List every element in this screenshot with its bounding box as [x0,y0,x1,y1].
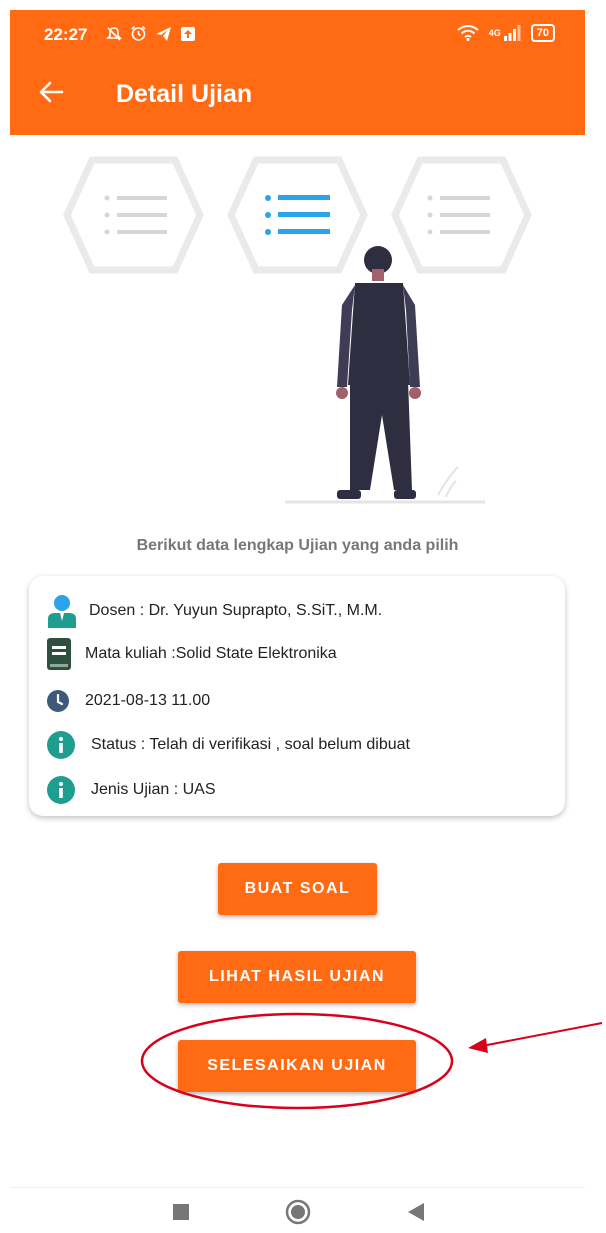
status-right-icons: 4G 70 [457,24,555,42]
signal-icon [503,25,521,41]
detail-dosen: Dosen : Dr. Yuyun Suprapto, S.SiT., M.M. [89,602,383,619]
app-bar: Detail Ujian [10,62,585,135]
status-time: 22:27 [44,25,88,44]
info-caption: Berikut data lengkap Ujian yang anda pil… [136,537,459,554]
detail-row-status: Status : Telah di verifikasi , soal belu… [47,731,410,759]
back-icon[interactable] [408,1203,424,1221]
detail-status: Status : Telah di verifikasi , soal belu… [91,736,410,753]
system-nav-bar [10,1187,585,1233]
detail-jenis: Jenis Ujian : UAS [91,781,216,798]
hexagon-center-icon [227,156,368,274]
person-list-illustration [63,156,532,504]
recents-icon[interactable] [173,1204,189,1220]
status-bar: 22:27 4G 70 [10,10,585,62]
buat-soal-button[interactable]: BUAT SOAL [218,863,377,915]
info-icon [47,731,75,759]
network-label: 4G [488,28,501,38]
exam-detail-card: Dosen : Dr. Yuyun Suprapto, S.SiT., M.M.… [29,576,565,816]
detail-row-jenis: Jenis Ujian : UAS [47,776,216,804]
detail-mata-kuliah: Mata kuliah :Solid State Elektronika [85,645,337,662]
home-icon[interactable] [285,1199,311,1225]
selesaikan-ujian-button[interactable]: SELESAIKAN UJIAN [178,1040,416,1092]
detail-datetime: 2021-08-13 11.00 [85,692,211,709]
detail-row-mata-kuliah: Mata kuliah :Solid State Elektronika [47,638,337,670]
upload-icon [181,26,195,41]
info-icon [47,776,75,804]
mute-bell-icon [106,26,122,41]
book-icon [47,638,71,670]
status-left-icons [106,25,196,42]
detail-row-dosen: Dosen : Dr. Yuyun Suprapto, S.SiT., M.M. [47,594,382,628]
lihat-hasil-ujian-button[interactable]: LIHAT HASIL UJIAN [178,951,416,1003]
wifi-icon [457,25,479,41]
hexagon-right-icon [391,156,532,274]
detail-row-datetime: 2021-08-13 11.00 [47,690,210,712]
telegram-icon [156,26,171,41]
alarm-icon [131,25,146,41]
page-title: Detail Ujian [116,80,253,108]
clock-icon [47,690,69,712]
hexagon-left-icon [63,156,204,274]
arrow-left-icon[interactable] [38,79,64,105]
person-figure [336,246,421,499]
lecturer-avatar-icon [48,595,76,628]
screen: 22:27 4G 70 Detail Ujian Berikut data le… [10,10,585,1233]
battery-icon: 70 [530,24,555,42]
